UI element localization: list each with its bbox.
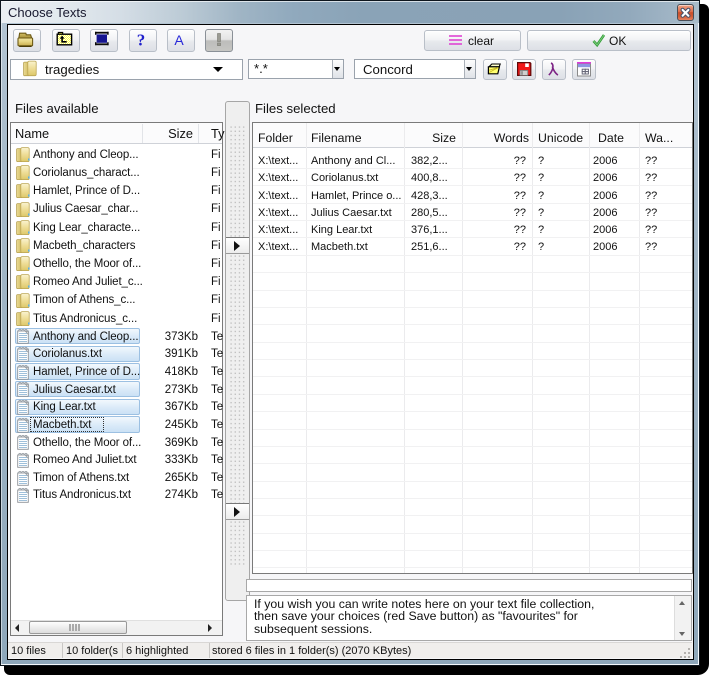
svg-text:A: A — [174, 32, 184, 48]
svg-text:?: ? — [137, 31, 146, 49]
